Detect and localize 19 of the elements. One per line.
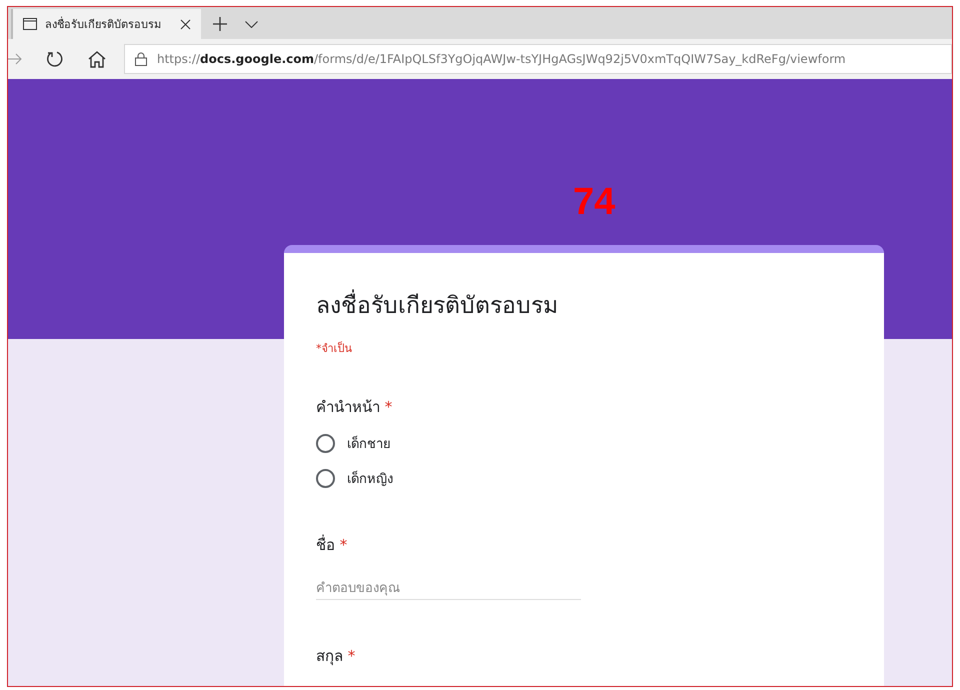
question-label: คำนำหน้า *: [316, 397, 392, 418]
home-icon[interactable]: [88, 50, 106, 68]
question-label: ชื่อ *: [316, 534, 348, 556]
refresh-icon[interactable]: [46, 50, 64, 68]
close-icon[interactable]: [180, 18, 191, 30]
page-number: 74: [573, 181, 616, 224]
radio-option[interactable]: เด็กชาย: [316, 433, 391, 454]
question-label: สกุล *: [316, 646, 356, 668]
radio-option[interactable]: เด็กหญิง: [316, 468, 393, 489]
window-icon: [23, 18, 37, 30]
lock-icon: [135, 52, 147, 66]
forward-icon[interactable]: [8, 53, 22, 65]
form-title: ลงชื่อรับเกียรติบัตรอบรม: [316, 287, 852, 323]
browser-tab[interactable]: ลงชื่อรับเกียรติบัตรอบรม: [11, 9, 201, 39]
address-bar[interactable]: https://docs.google.com/forms/d/e/1FAIpQLSf3YgOjqAWJw-tsYJHgAGsJWq92j5V0xmTqQIW7Say_kdReFg/viewform: [124, 44, 952, 74]
required-note: *จำเป็น: [316, 340, 352, 357]
plus-icon[interactable]: [213, 17, 227, 31]
chevron-down-icon[interactable]: [245, 20, 258, 28]
url-text: https://docs.google.com/forms/d/e/1FAIpQLSf3YgOjqAWJw-tsYJHgAGsJWq92j5V0xmTqQIW7Say_kdReFg/viewform: [157, 52, 846, 66]
